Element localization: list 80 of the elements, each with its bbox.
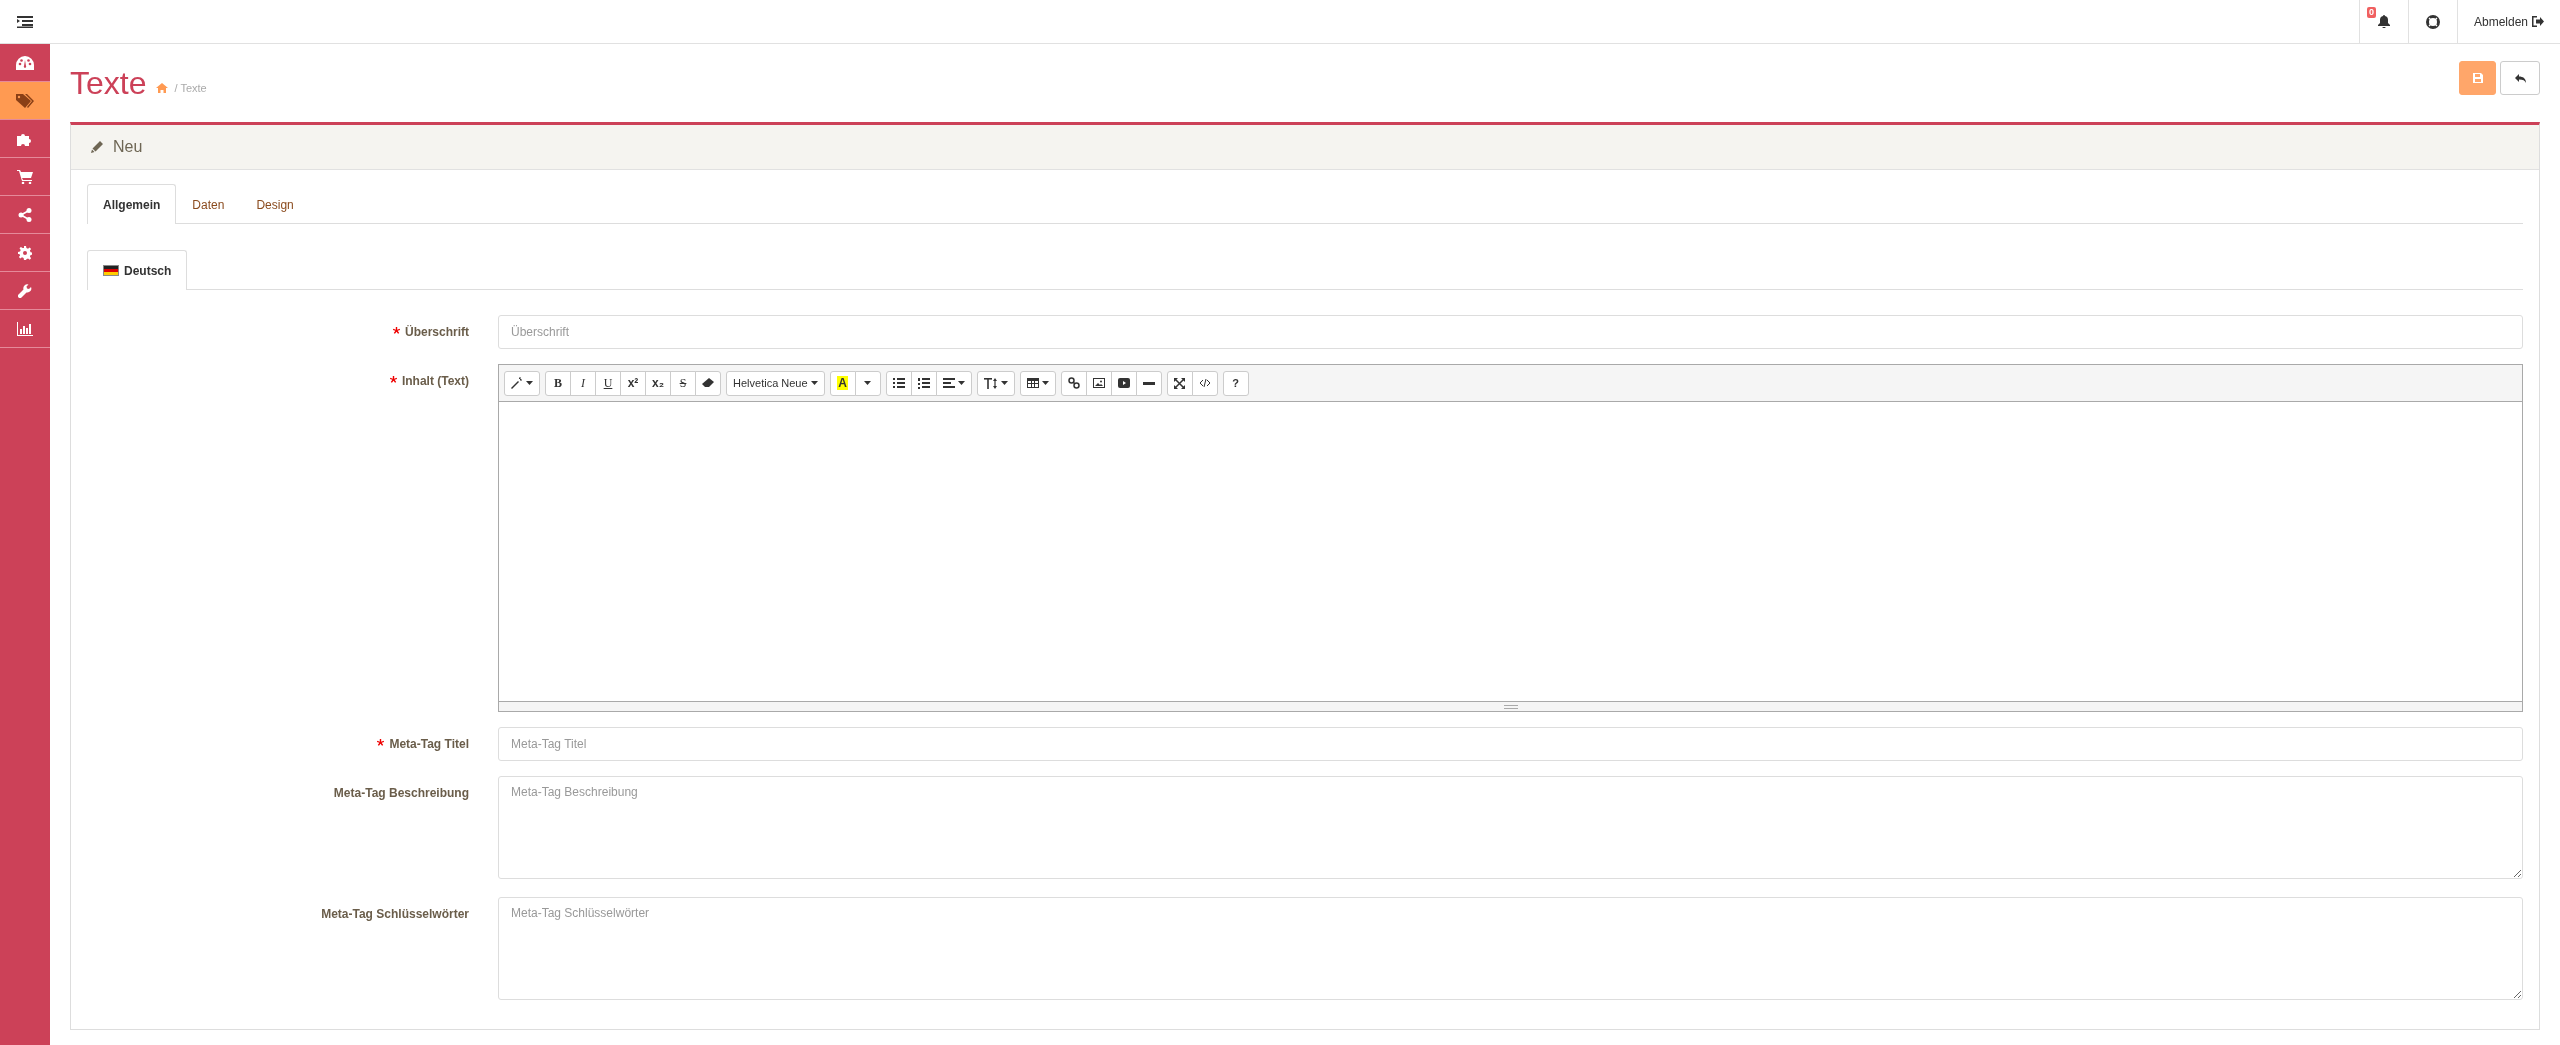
menu-icon: [17, 15, 33, 28]
help-button[interactable]: ?: [1222, 370, 1249, 396]
caret-icon: [1000, 381, 1008, 385]
field-label: Meta-Tag Titel: [377, 737, 469, 751]
format-button[interactable]: x₂: [645, 370, 671, 396]
format-button[interactable]: B: [545, 370, 571, 396]
video-button[interactable]: [1110, 370, 1137, 396]
color-dropdown[interactable]: [854, 370, 881, 396]
pencil-icon: [91, 141, 103, 153]
text-area[interactable]: Meta-Tag Schlüsselwörter: [498, 897, 2523, 1000]
field-label: Überschrift: [393, 325, 469, 339]
format-button[interactable]: U: [595, 370, 621, 396]
line-height-button[interactable]: [976, 370, 1015, 396]
format-button[interactable]: x²: [620, 370, 646, 396]
resize-handle[interactable]: [499, 701, 2522, 711]
logout-button[interactable]: Abmelden: [2456, 0, 2560, 43]
notification-badge: 0: [2366, 7, 2376, 18]
settings-icon: [18, 245, 32, 260]
tab[interactable]: Allgemein: [87, 184, 177, 224]
bullet-list-icon: [892, 378, 905, 388]
grip-icon: [1503, 704, 1518, 709]
field-label: Meta-Tag Beschreibung: [333, 786, 469, 800]
lifebuoy-icon: [2425, 14, 2440, 29]
numbered-list-button[interactable]: [910, 370, 937, 396]
page-title: Texte: [70, 64, 147, 102]
magic-wand-icon: [511, 377, 523, 389]
wrench-icon: [18, 283, 32, 298]
reply-icon: [2514, 73, 2526, 83]
image-button[interactable]: [1085, 370, 1112, 396]
eraser-button[interactable]: [695, 370, 721, 396]
play-icon: [1117, 378, 1130, 388]
format-button[interactable]: S: [670, 370, 696, 396]
save-icon: [2472, 73, 2483, 83]
align-left-icon: [942, 378, 955, 388]
bar-chart-icon: [17, 321, 33, 336]
code-icon: [1198, 379, 1211, 387]
style-button[interactable]: [504, 370, 540, 396]
fullscreen-icon: [1174, 377, 1186, 389]
align-button[interactable]: [935, 370, 972, 396]
text-field[interactable]: Meta-Tag Titel: [498, 727, 2523, 761]
share-icon: [18, 207, 32, 222]
caret-icon: [957, 381, 965, 385]
caret-icon: [864, 381, 872, 385]
tags-icon: [16, 93, 34, 108]
numbered-list-icon: [917, 377, 930, 389]
logout-icon: [2532, 16, 2544, 27]
sidebar-item[interactable]: [0, 82, 50, 120]
table-icon: [1026, 378, 1039, 388]
picture-icon: [1092, 378, 1105, 388]
format-button[interactable]: I: [570, 370, 596, 396]
tab[interactable]: Design: [240, 184, 310, 224]
breadcrumb: / Texte: [174, 82, 207, 94]
caret-icon: [526, 381, 533, 385]
text-field[interactable]: Überschrift: [498, 315, 2523, 349]
fullscreen-button[interactable]: [1166, 370, 1193, 396]
font-dropdown[interactable]: Helvetica Neue: [726, 370, 825, 396]
table-button[interactable]: [1019, 370, 1056, 396]
text-area[interactable]: Meta-Tag Beschreibung: [498, 776, 2523, 879]
back-button[interactable]: [2500, 61, 2540, 95]
caret-icon: [1041, 381, 1049, 385]
caret-icon: [810, 381, 818, 385]
color-button[interactable]: A: [829, 370, 856, 396]
rule-button[interactable]: [1135, 370, 1162, 396]
bell-icon: [2377, 15, 2390, 28]
link-button[interactable]: [1060, 370, 1087, 396]
dashboard-icon: [16, 55, 34, 70]
code-view-button[interactable]: [1191, 370, 1218, 396]
language-tab[interactable]: Deutsch: [87, 250, 188, 290]
eraser-icon: [702, 378, 714, 388]
panel-title: Neu: [113, 138, 143, 156]
tab[interactable]: Daten: [176, 184, 241, 224]
home-icon: [156, 83, 169, 93]
cart-icon: [17, 169, 33, 184]
text-height-icon: [983, 377, 998, 389]
bullet-list-button[interactable]: [885, 370, 912, 396]
link-icon: [1067, 377, 1080, 389]
puzzle-icon: [17, 131, 33, 146]
flag-icon: [103, 265, 119, 276]
field-label: Meta-Tag Schlüsselwörter: [321, 907, 469, 921]
field-label: Inhalt (Text): [389, 374, 469, 388]
